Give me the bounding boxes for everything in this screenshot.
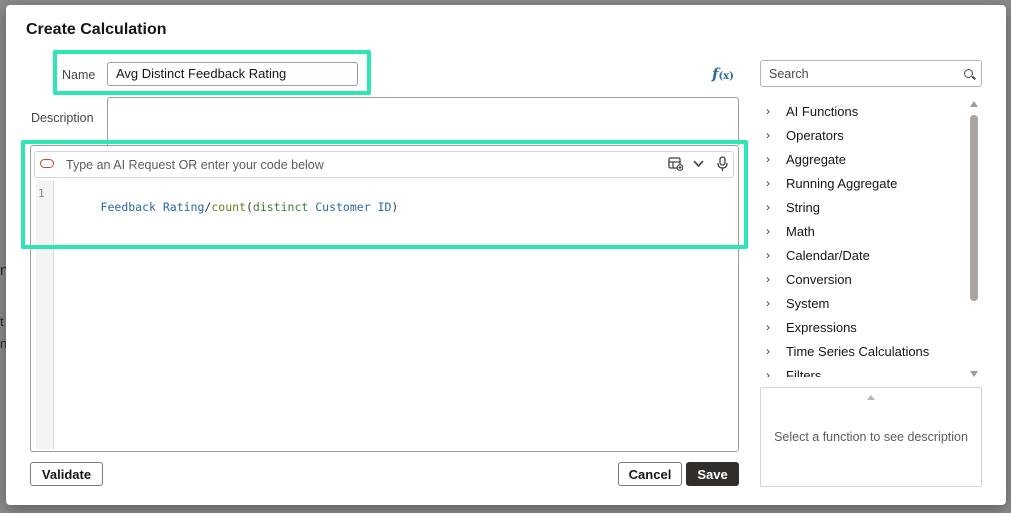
function-list-scrollbar[interactable] — [969, 101, 979, 377]
function-category-label: Running Aggregate — [786, 175, 898, 191]
function-fx-icon[interactable]: f(x) — [712, 65, 734, 83]
create-calculation-dialog: Create Calculation Name Avg Distinct Fee… — [6, 5, 1006, 505]
chevron-right-icon: › — [766, 272, 770, 286]
function-category-item[interactable]: › System — [762, 291, 962, 315]
function-category-label: String — [786, 199, 820, 215]
microphone-icon[interactable] — [716, 156, 729, 175]
chevron-right-icon: › — [766, 152, 770, 166]
function-category-item[interactable]: › Time Series Calculations — [762, 339, 962, 363]
function-category-list: › AI Functions › Operators › Aggregate › Run… — [762, 99, 962, 378]
scroll-down-arrow-icon[interactable] — [970, 371, 978, 377]
validate-button[interactable]: Validate — [30, 462, 103, 486]
function-category-item[interactable]: › Aggregate — [762, 147, 962, 171]
code-token-field: Customer ID — [315, 200, 392, 214]
chevron-right-icon: › — [766, 200, 770, 214]
caret-up-icon[interactable] — [867, 395, 875, 400]
function-category-label: Calendar/Date — [786, 247, 870, 263]
description-input[interactable] — [107, 97, 739, 145]
code-token-keyword: distinct — [252, 200, 309, 214]
function-category-item[interactable]: › Operators — [762, 123, 962, 147]
line-number-gutter — [36, 180, 54, 449]
function-category-item[interactable]: › Math — [762, 219, 962, 243]
scrollbar-thumb[interactable] — [970, 115, 978, 301]
function-category-item[interactable]: › Running Aggregate — [762, 171, 962, 195]
chevron-right-icon: › — [766, 344, 770, 358]
save-button[interactable]: Save — [686, 462, 739, 486]
chevron-right-icon: › — [766, 176, 770, 190]
chevron-right-icon: › — [766, 128, 770, 142]
function-category-item[interactable]: › Filters — [762, 363, 962, 378]
chevron-right-icon: › — [766, 320, 770, 334]
expression-editor[interactable]: Type an AI Request OR enter your code be… — [30, 145, 739, 452]
search-placeholder: Search — [769, 67, 809, 81]
function-category-item[interactable]: › Expressions — [762, 315, 962, 339]
line-number: 1 — [38, 187, 45, 200]
function-category-label: AI Functions — [786, 103, 859, 119]
code-line[interactable]: Feedback Rating/count(distinct Customer … — [59, 186, 399, 228]
ai-assistant-icon — [40, 159, 54, 168]
name-label: Name — [62, 68, 96, 82]
ai-request-bar[interactable]: Type an AI Request OR enter your code be… — [34, 151, 734, 178]
function-category-label: Operators — [786, 127, 844, 143]
scroll-up-arrow-icon[interactable] — [970, 101, 978, 107]
dialog-title: Create Calculation — [26, 21, 167, 38]
function-category-label: Aggregate — [786, 151, 846, 167]
code-token-paren: ) — [391, 200, 399, 214]
function-description-panel: Select a function to see description — [760, 387, 982, 487]
function-category-item[interactable]: › Calendar/Date — [762, 243, 962, 267]
description-label: Description — [31, 111, 94, 125]
chevron-right-icon: › — [766, 104, 770, 118]
code-token-function: count — [211, 200, 246, 214]
chevron-right-icon: › — [766, 224, 770, 238]
function-category-label: Filters — [786, 367, 822, 378]
code-token-paren: ( — [245, 200, 253, 214]
name-input[interactable]: Avg Distinct Feedback Rating — [107, 62, 358, 86]
insert-data-icon[interactable] — [668, 156, 684, 174]
function-search-input[interactable]: Search — [760, 60, 982, 87]
function-description-text: Select a function to see description — [774, 430, 968, 444]
function-category-label: Time Series Calculations — [786, 343, 930, 359]
background-text-fragment: t — [0, 314, 4, 329]
function-category-item[interactable]: › AI Functions — [762, 99, 962, 123]
code-token-field: Feedback Rating — [100, 200, 205, 214]
function-category-item[interactable]: › String — [762, 195, 962, 219]
search-icon[interactable] — [964, 69, 973, 78]
chevron-right-icon: › — [766, 248, 770, 262]
function-category-label: System — [786, 295, 830, 311]
function-category-label: Math — [786, 223, 815, 239]
function-category-label: Conversion — [786, 271, 852, 287]
ai-request-placeholder: Type an AI Request OR enter your code be… — [66, 158, 324, 172]
cancel-button[interactable]: Cancel — [618, 462, 682, 486]
chevron-down-icon[interactable] — [692, 156, 705, 174]
chevron-right-icon: › — [766, 368, 770, 377]
function-category-label: Expressions — [786, 319, 857, 335]
function-category-item[interactable]: › Conversion — [762, 267, 962, 291]
chevron-right-icon: › — [766, 296, 770, 310]
